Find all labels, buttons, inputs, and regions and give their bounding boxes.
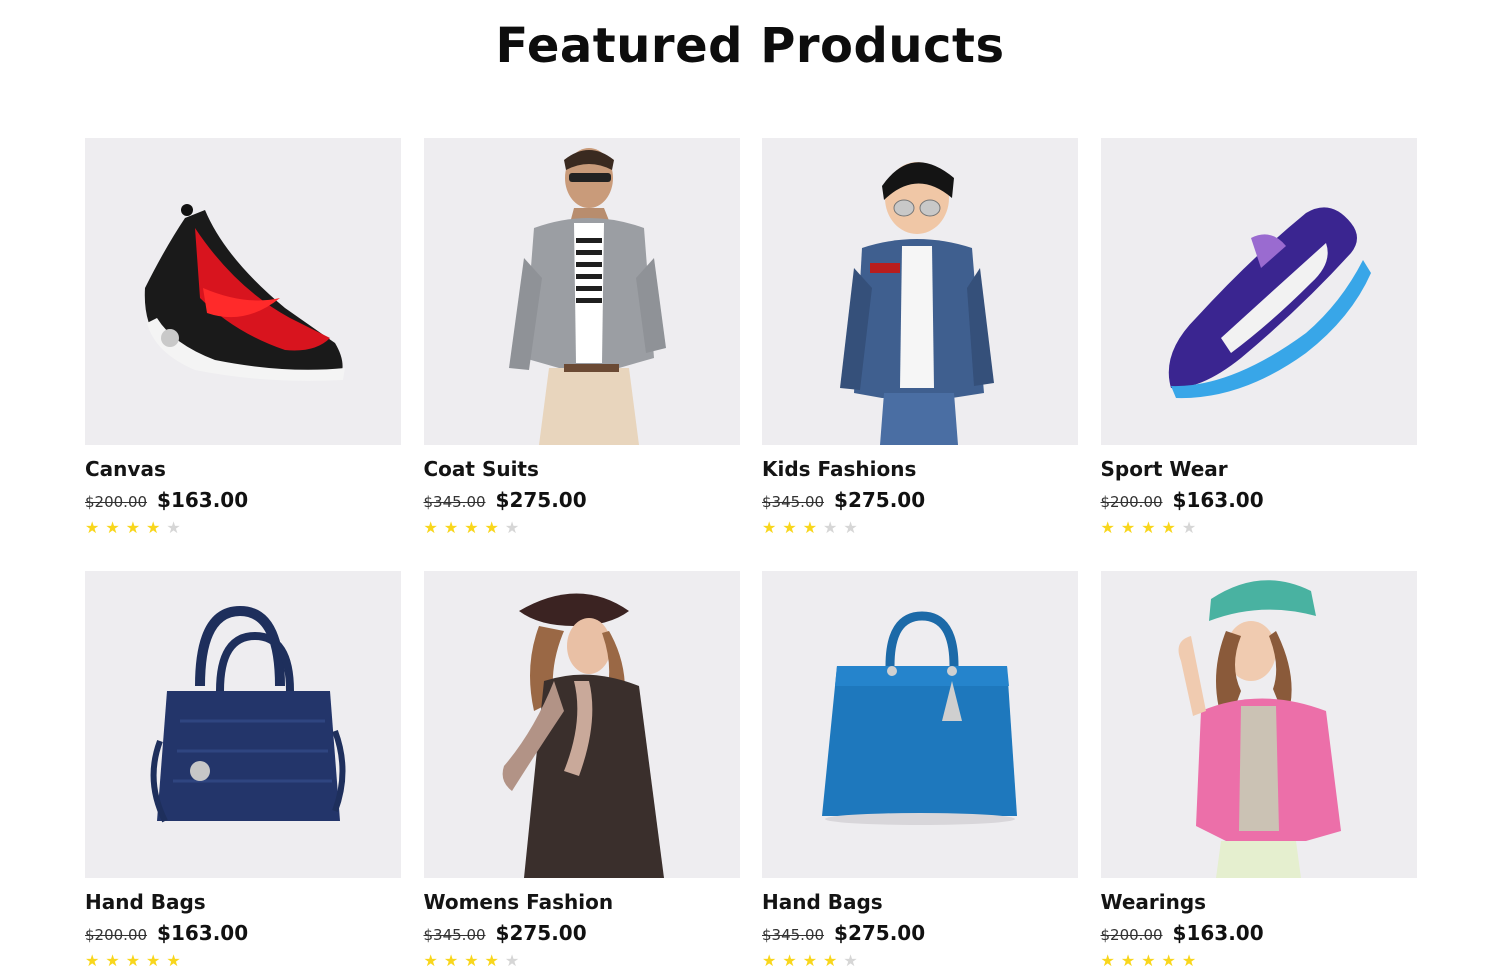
star-filled-icon: ★: [782, 951, 797, 970]
product-prices: $345.00 $275.00: [762, 488, 925, 512]
product-old-price: $200.00: [1100, 926, 1163, 944]
star-filled-icon: ★: [146, 518, 161, 537]
product-name[interactable]: Kids Fashions: [762, 456, 916, 482]
product-price: $163.00: [1172, 488, 1264, 512]
star-filled-icon: ★: [1120, 518, 1136, 537]
star-filled-icon: ★: [1161, 951, 1176, 970]
star-filled-icon: ★: [125, 518, 141, 537]
star-filled-icon: ★: [484, 951, 499, 970]
star-empty-icon: ★: [823, 518, 838, 537]
product-prices: $345.00 $275.00: [424, 488, 587, 512]
star-filled-icon: ★: [484, 518, 499, 537]
star-filled-icon: ★: [443, 951, 459, 970]
star-filled-icon: ★: [423, 951, 438, 970]
product-image-purple-sneaker[interactable]: [1100, 138, 1417, 445]
product-image-man-in-blazer[interactable]: [423, 138, 740, 445]
product-card[interactable]: Hand Bags $200.00 $163.00 ★ ★ ★ ★ ★: [85, 571, 401, 976]
product-name[interactable]: Hand Bags: [85, 889, 206, 915]
product-card[interactable]: Canvas $200.00 $163.00 ★ ★ ★ ★ ★: [85, 138, 401, 571]
star-filled-icon: ★: [166, 951, 181, 970]
product-prices: $345.00 $275.00: [424, 921, 587, 945]
product-old-price: $200.00: [85, 493, 148, 511]
star-empty-icon: ★: [1181, 518, 1197, 537]
product-rating: ★ ★ ★ ★ ★: [424, 951, 520, 971]
product-name[interactable]: Womens Fashion: [424, 889, 614, 915]
product-image-boy-in-denim-jacket[interactable]: [762, 138, 1078, 445]
star-filled-icon: ★: [782, 518, 797, 537]
star-filled-icon: ★: [464, 951, 479, 970]
product-card[interactable]: Hand Bags $345.00 $275.00 ★ ★ ★ ★ ★: [762, 571, 1078, 976]
product-prices: $200.00 $163.00: [85, 488, 248, 512]
product-rating: ★ ★ ★ ★ ★: [1101, 518, 1197, 538]
product-price: $275.00: [495, 488, 587, 512]
product-price: $163.00: [157, 488, 249, 512]
product-price: $163.00: [1172, 921, 1264, 945]
product-old-price: $200.00: [85, 926, 148, 944]
section-title: Featured Products: [495, 18, 1005, 74]
star-filled-icon: ★: [1120, 951, 1136, 970]
product-rating: ★ ★ ★ ★ ★: [762, 518, 858, 538]
star-filled-icon: ★: [146, 951, 161, 970]
product-old-price: $345.00: [762, 926, 825, 944]
star-filled-icon: ★: [1141, 518, 1156, 537]
featured-products-page: Featured Products Canvas $200.00 $163.00…: [0, 0, 1500, 976]
star-filled-icon: ★: [802, 518, 818, 537]
product-price: $275.00: [834, 921, 926, 945]
product-old-price: $345.00: [423, 926, 486, 944]
product-card[interactable]: Sport Wear $200.00 $163.00 ★ ★ ★ ★ ★: [1100, 138, 1417, 571]
product-card[interactable]: Coat Suits $345.00 $275.00 ★ ★ ★ ★ ★: [423, 138, 740, 571]
product-image-blue-handbag[interactable]: [762, 571, 1078, 878]
product-image-navy-handbag[interactable]: [85, 571, 401, 878]
product-card[interactable]: Womens Fashion $345.00 $275.00 ★ ★ ★ ★ ★: [423, 571, 740, 976]
product-rating: ★ ★ ★ ★ ★: [85, 951, 181, 971]
product-name[interactable]: Coat Suits: [424, 456, 539, 482]
star-filled-icon: ★: [464, 518, 479, 537]
product-prices: $345.00 $275.00: [762, 921, 925, 945]
product-card[interactable]: Kids Fashions $345.00 $275.00 ★ ★ ★ ★ ★: [762, 138, 1078, 571]
star-filled-icon: ★: [423, 518, 438, 537]
product-price: $275.00: [495, 921, 587, 945]
product-name[interactable]: Sport Wear: [1101, 456, 1228, 482]
star-filled-icon: ★: [1161, 518, 1176, 537]
star-filled-icon: ★: [85, 518, 100, 537]
star-filled-icon: ★: [125, 951, 141, 970]
product-prices: $200.00 $163.00: [1101, 921, 1264, 945]
product-old-price: $345.00: [423, 493, 486, 511]
star-filled-icon: ★: [85, 951, 100, 970]
product-grid: Canvas $200.00 $163.00 ★ ★ ★ ★ ★ Coat Su…: [85, 138, 1417, 976]
star-filled-icon: ★: [1141, 951, 1156, 970]
star-filled-icon: ★: [443, 518, 459, 537]
star-filled-icon: ★: [762, 951, 777, 970]
star-filled-icon: ★: [105, 518, 120, 537]
product-name[interactable]: Canvas: [85, 456, 166, 482]
star-filled-icon: ★: [802, 951, 818, 970]
product-image-woman-in-scarf[interactable]: [423, 571, 740, 878]
product-prices: $200.00 $163.00: [85, 921, 248, 945]
star-filled-icon: ★: [1100, 951, 1115, 970]
star-filled-icon: ★: [1100, 518, 1115, 537]
product-card[interactable]: Wearings $200.00 $163.00 ★ ★ ★ ★ ★: [1100, 571, 1417, 976]
product-price: $275.00: [834, 488, 926, 512]
star-empty-icon: ★: [504, 951, 520, 970]
star-empty-icon: ★: [843, 518, 858, 537]
product-old-price: $345.00: [762, 493, 825, 511]
star-filled-icon: ★: [762, 518, 777, 537]
product-rating: ★ ★ ★ ★ ★: [1101, 951, 1197, 971]
product-rating: ★ ★ ★ ★ ★: [762, 951, 858, 971]
product-rating: ★ ★ ★ ★ ★: [85, 518, 181, 538]
product-name[interactable]: Hand Bags: [762, 889, 883, 915]
product-image-red-sneaker[interactable]: [85, 138, 401, 445]
product-image-woman-in-pink-jacket[interactable]: [1100, 571, 1417, 878]
star-filled-icon: ★: [823, 951, 838, 970]
star-filled-icon: ★: [1181, 951, 1197, 970]
star-empty-icon: ★: [504, 518, 520, 537]
product-rating: ★ ★ ★ ★ ★: [424, 518, 520, 538]
product-price: $163.00: [157, 921, 249, 945]
star-empty-icon: ★: [843, 951, 858, 970]
product-prices: $200.00 $163.00: [1101, 488, 1264, 512]
product-old-price: $200.00: [1100, 493, 1163, 511]
star-empty-icon: ★: [166, 518, 181, 537]
product-name[interactable]: Wearings: [1101, 889, 1207, 915]
star-filled-icon: ★: [105, 951, 120, 970]
